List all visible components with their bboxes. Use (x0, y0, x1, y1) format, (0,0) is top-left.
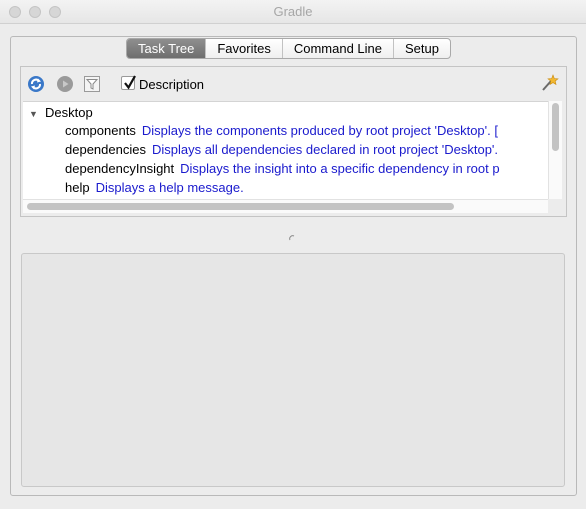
horizontal-scroll-thumb[interactable] (27, 203, 454, 210)
title-bar: Gradle (0, 0, 586, 24)
task-description: Displays a help message. (95, 180, 244, 195)
task-tree[interactable]: ▼ Desktop components Displays the componen… (23, 101, 548, 199)
list-item[interactable]: help Displays a help message. (65, 180, 244, 196)
task-description: Displays the insight into a specific dep… (180, 161, 500, 176)
filter-icon[interactable] (83, 75, 101, 93)
root-project-label: Desktop (45, 105, 93, 120)
task-name: help (65, 180, 90, 195)
split-pane-handle[interactable] (289, 229, 295, 241)
task-name: dependencyInsight (65, 161, 175, 176)
tab-task-tree[interactable]: Task Tree (127, 39, 207, 58)
tab-bar: Task Tree Favorites Command Line Setup (126, 38, 451, 59)
output-panel (21, 253, 565, 487)
list-item[interactable]: dependencies Displays all dependencies de… (65, 142, 498, 158)
wand-icon[interactable] (539, 73, 559, 96)
list-item[interactable]: components Displays the components produc… (65, 123, 498, 139)
task-description: Displays all dependencies declared in ro… (151, 142, 499, 157)
task-name: dependencies (65, 142, 146, 157)
window-title: Gradle (273, 4, 313, 19)
expand-triangle-icon[interactable]: ▼ (29, 106, 39, 122)
task-name: components (65, 123, 136, 138)
tab-favorites[interactable]: Favorites (206, 39, 283, 58)
tree-root-node[interactable]: ▼ Desktop (29, 105, 93, 122)
task-toolbar: Description (25, 73, 565, 95)
description-checkbox[interactable] (121, 75, 136, 90)
list-item[interactable]: dependencyInsight Displays the insight in… (65, 161, 500, 177)
vertical-scroll-thumb[interactable] (552, 103, 559, 151)
gradle-window: Gradle Task Tree Favorites Command Line … (0, 0, 586, 509)
vertical-scrollbar[interactable] (548, 101, 562, 199)
tab-setup[interactable]: Setup (394, 39, 450, 58)
refresh-icon[interactable] (27, 75, 45, 93)
stop-icon[interactable] (56, 75, 74, 93)
description-label[interactable]: Description (139, 77, 204, 92)
tab-command-line[interactable]: Command Line (283, 39, 394, 58)
horizontal-scrollbar[interactable] (23, 199, 548, 213)
task-description: Displays the components produced by root… (141, 123, 498, 138)
